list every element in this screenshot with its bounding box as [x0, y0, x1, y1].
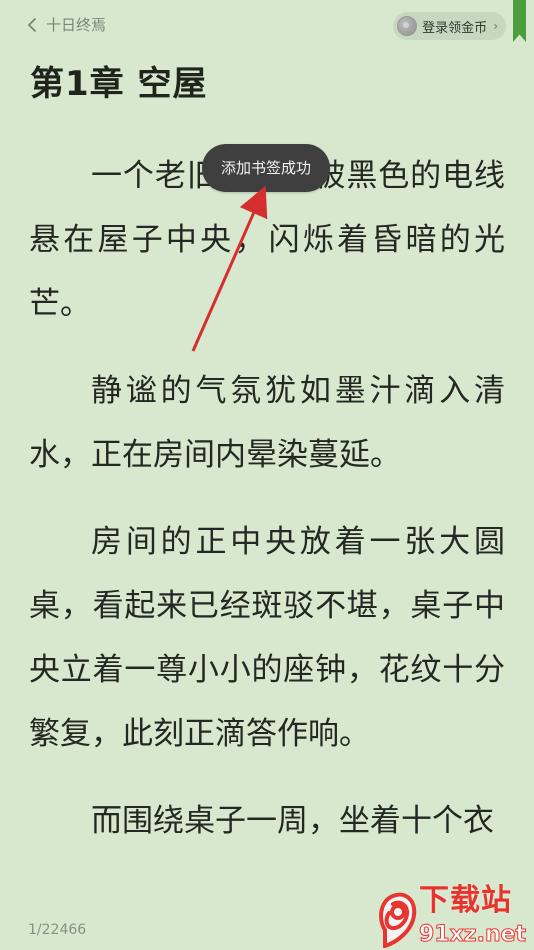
reading-content[interactable]: 一个老旧的灯泡被黑色的电线悬在屋子中央，闪烁着昏暗的光芒。 静谧的气氛犹如墨汁滴…	[29, 144, 505, 876]
login-coin-label: 登录领金币	[422, 20, 488, 36]
watermark-bottom-text: 91xz.net	[418, 922, 527, 948]
paragraph: 房间的正中央放着一张大圆桌，看起来已经斑驳不堪，桌子中央立着一尊小小的座钟，花纹…	[29, 524, 505, 752]
watermark: 下载站 91xz.net	[376, 883, 527, 950]
chevron-left-icon	[26, 16, 38, 34]
login-coin-button[interactable]: 登录领金币 ›	[393, 12, 506, 40]
chevron-right-icon: ›	[493, 19, 498, 33]
watermark-top-text: 下载站	[419, 883, 512, 918]
page-indicator: 1/22466	[28, 922, 87, 938]
back-button[interactable]: 十日终焉	[26, 14, 106, 35]
bookmark-added-toast: 添加书签成功	[202, 144, 331, 192]
paragraph: 而围绕桌子一周，坐着十个衣	[91, 803, 494, 839]
reader-top-bar: 十日终焉 登录领金币 ›	[0, 0, 534, 52]
coin-icon	[397, 16, 418, 36]
chapter-title: 第1章 空屋	[30, 64, 208, 104]
watermark-logo-icon	[379, 892, 417, 948]
bookmark-ribbon-icon	[513, 0, 526, 42]
paragraph: 静谧的气氛犹如墨汁滴入清水，正在房间内晕染蔓延。	[29, 373, 505, 473]
book-title: 十日终焉	[46, 16, 107, 34]
